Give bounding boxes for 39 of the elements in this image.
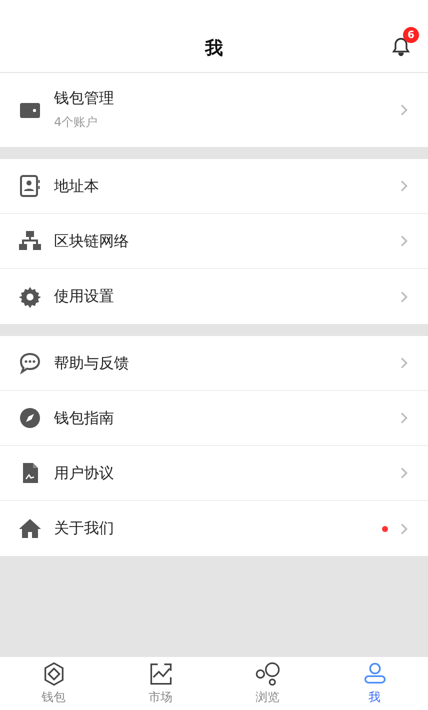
chevron-icon <box>400 103 408 117</box>
menu-label: 关于我们 <box>54 519 115 538</box>
chevron-icon <box>400 290 408 304</box>
network-icon <box>18 229 42 253</box>
menu-item[interactable]: 使用设置 <box>0 269 428 324</box>
tab[interactable]: 浏览 <box>214 657 321 710</box>
chevron-icon <box>400 179 408 193</box>
menu-label: 用户协议 <box>54 464 115 482</box>
menu-item[interactable]: 用户协议 <box>0 446 428 501</box>
menu-label: 使用设置 <box>54 287 115 306</box>
chevron-icon <box>400 466 408 480</box>
bubbles-icon <box>254 661 280 687</box>
tab[interactable]: 钱包 <box>0 657 107 710</box>
menu-item[interactable]: 关于我们 <box>0 501 428 556</box>
menu-item[interactable]: 钱包指南 <box>0 391 428 446</box>
contact-icon <box>18 174 42 198</box>
menu-label: 钱包指南 <box>54 408 115 428</box>
menu-item[interactable]: 帮助与反馈 <box>0 336 428 391</box>
tab[interactable]: 我 <box>321 657 428 710</box>
chevron-icon <box>400 411 408 425</box>
home-icon <box>18 516 42 540</box>
account-count: 4个账户 <box>54 114 99 131</box>
menu-label: 地址本 <box>54 176 100 196</box>
compass-icon <box>18 406 42 430</box>
menu-label: 帮助与反馈 <box>54 354 130 372</box>
menu-label: 钱包管理 <box>54 89 115 108</box>
notification-badge: 6 <box>403 27 419 43</box>
gear-icon <box>18 284 42 308</box>
chevron-icon <box>400 356 408 370</box>
chevron-icon <box>400 522 408 536</box>
menu-label: 区块链网络 <box>54 232 130 250</box>
chart-icon <box>148 661 174 687</box>
menu-item[interactable]: 钱包管理 4个账户 <box>0 73 428 147</box>
tab[interactable]: 市场 <box>107 657 214 710</box>
menu-item[interactable]: 区块链网络 <box>0 214 428 269</box>
chevron-icon <box>400 234 408 248</box>
chat-icon <box>18 351 42 375</box>
page-title: 我 <box>205 37 223 60</box>
menu-item[interactable]: 地址本 <box>0 159 428 214</box>
